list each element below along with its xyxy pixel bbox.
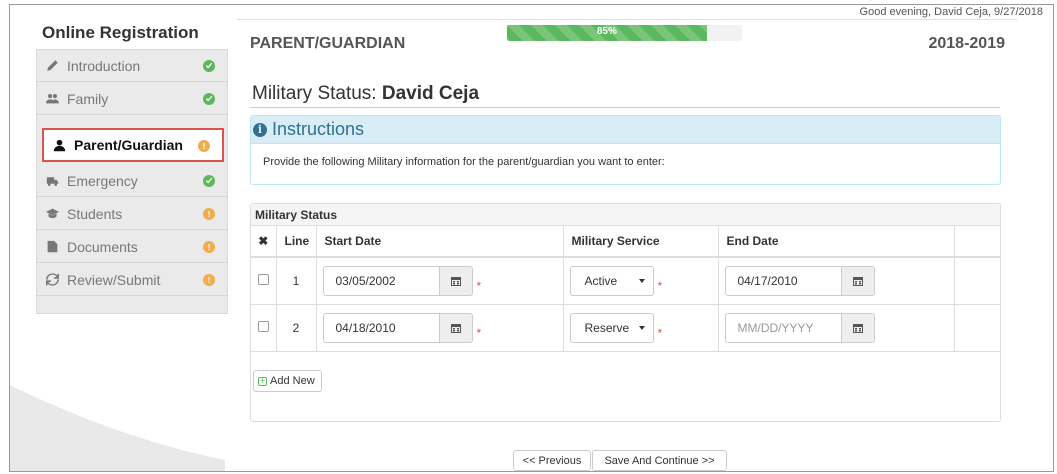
- required-marker: *: [476, 325, 482, 340]
- line-column-header: Line: [276, 226, 317, 258]
- sidebar-item-emergency[interactable]: Emergency: [37, 165, 227, 197]
- decorative-swoosh: [10, 385, 225, 471]
- required-marker: *: [657, 278, 663, 293]
- title-divider: [250, 107, 1000, 108]
- panel-title: Military Status: [251, 204, 1000, 226]
- calendar-button[interactable]: [439, 312, 473, 343]
- add-new-label: Add New: [270, 375, 315, 387]
- row-delete-checkbox[interactable]: [257, 320, 269, 332]
- info-icon: i: [253, 122, 267, 137]
- pending-alert-icon: [198, 140, 210, 152]
- pending-alert-icon: [203, 241, 215, 253]
- graduation-cap-icon: [45, 207, 59, 220]
- calendar-icon: [450, 276, 461, 286]
- progress-fill: 85%: [507, 25, 707, 41]
- previous-button[interactable]: << Previous: [513, 450, 591, 471]
- table-header-row: ✖ Line Start Date Military Service End D…: [251, 226, 1000, 258]
- military-status-panel: Military Status ✖ Line Start Date Milita…: [250, 203, 1001, 422]
- end-date-column-header: End Date: [718, 226, 955, 258]
- greeting-text: Good evening, David Ceja, 9/27/2018: [859, 6, 1043, 18]
- instructions-text: Provide the following Military informati…: [263, 156, 665, 168]
- complete-check-icon: [203, 60, 215, 72]
- refresh-icon: [45, 273, 59, 286]
- sidebar-item-students[interactable]: Students: [37, 198, 227, 230]
- header-divider: [237, 19, 1017, 20]
- military-table: ✖ Line Start Date Military Service End D…: [251, 226, 1000, 352]
- sidebar-item-parent-guardian[interactable]: Parent/Guardian: [42, 128, 224, 162]
- calendar-button[interactable]: [439, 265, 473, 296]
- calendar-icon: [852, 276, 863, 286]
- table-row: 1 03/05/2002 * Active * 04/17/2010: [251, 257, 1000, 305]
- end-date-field: 04/17/2010: [724, 265, 875, 296]
- military-service-select[interactable]: Active: [569, 265, 654, 296]
- sidebar-title: Online Registration: [42, 23, 199, 42]
- extra-column-header: [954, 226, 1000, 258]
- complete-check-icon: [203, 93, 215, 105]
- file-icon: [45, 240, 59, 253]
- line-number: 1: [276, 257, 317, 305]
- calendar-icon: [450, 323, 461, 333]
- sidebar-item-review-submit[interactable]: Review/Submit: [37, 264, 227, 296]
- select-value: Active: [584, 273, 618, 288]
- page-title: Military Status: David Ceja: [252, 83, 479, 105]
- line-number: 2: [276, 304, 317, 352]
- start-date-input[interactable]: 04/18/2010: [322, 312, 440, 343]
- section-label: PARENT/GUARDIAN: [250, 35, 406, 52]
- add-new-button[interactable]: + Add New: [253, 370, 322, 392]
- sidebar-item-documents[interactable]: Documents: [37, 231, 227, 263]
- instructions-panel: i Instructions Provide the following Mil…: [250, 115, 1001, 185]
- calendar-button[interactable]: [841, 265, 875, 296]
- sidebar-item-introduction[interactable]: Introduction: [37, 50, 227, 82]
- users-icon: [45, 92, 59, 105]
- start-date-field: 04/18/2010: [322, 312, 473, 343]
- table-row: 2 04/18/2010 * Reserve * MM/DD/YYYY: [251, 304, 1000, 352]
- delete-column-header: ✖: [251, 226, 277, 258]
- instructions-header: i Instructions: [251, 116, 1000, 144]
- calendar-icon: [852, 323, 863, 333]
- sidebar-nav: Introduction Family Parent/Guardian Emer…: [36, 49, 228, 314]
- end-date-input[interactable]: 04/17/2010: [724, 265, 842, 296]
- required-marker: *: [657, 325, 663, 340]
- progress-bar: 85%: [507, 25, 742, 41]
- start-date-field: 03/05/2002: [322, 265, 473, 296]
- row-delete-checkbox[interactable]: [257, 273, 269, 285]
- start-date-column-header: Start Date: [316, 226, 564, 258]
- calendar-button[interactable]: [841, 312, 875, 343]
- caret-down-icon: [638, 325, 645, 330]
- registration-page: Good evening, David Ceja, 9/27/2018 PARE…: [9, 4, 1054, 472]
- add-icon: +: [258, 375, 267, 386]
- military-service-column-header: Military Service: [563, 226, 719, 258]
- pending-alert-icon: [203, 274, 215, 286]
- pending-alert-icon: [203, 208, 215, 220]
- caret-down-icon: [638, 278, 645, 283]
- page-title-prefix: Military Status:: [252, 83, 377, 104]
- ambulance-icon: [45, 174, 59, 187]
- military-service-select[interactable]: Reserve: [569, 312, 654, 343]
- required-marker: *: [476, 278, 482, 293]
- end-date-input[interactable]: MM/DD/YYYY: [724, 312, 842, 343]
- end-date-field: MM/DD/YYYY: [724, 312, 875, 343]
- instructions-title: Instructions: [272, 119, 365, 139]
- user-icon: [52, 139, 66, 152]
- page-title-name: David Ceja: [381, 83, 480, 104]
- save-and-continue-button[interactable]: Save And Continue >>: [592, 450, 727, 471]
- pencil-icon: [45, 59, 59, 72]
- start-date-input[interactable]: 03/05/2002: [322, 265, 440, 296]
- school-year: 2018-2019: [928, 35, 1005, 52]
- sidebar-item-family[interactable]: Family: [37, 83, 227, 115]
- complete-check-icon: [203, 175, 215, 187]
- select-value: Reserve: [584, 320, 630, 335]
